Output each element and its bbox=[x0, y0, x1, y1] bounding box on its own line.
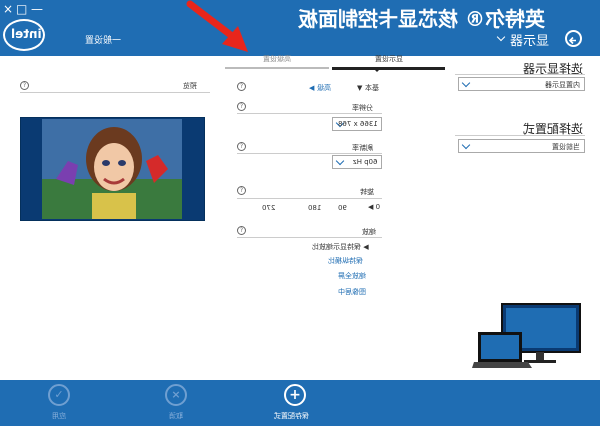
rotation-option-270[interactable]: 270 bbox=[262, 204, 275, 212]
divider bbox=[455, 74, 585, 75]
chevron-down-icon bbox=[461, 78, 471, 88]
scaling-label: 缩放 bbox=[362, 228, 376, 236]
scaling-maintain-option[interactable]: 保持显示缩放比 ◀ bbox=[312, 242, 369, 252]
divider bbox=[20, 92, 210, 93]
preview-label: 预览 bbox=[183, 82, 197, 90]
select-display-dropdown[interactable]: 内置显示器 bbox=[458, 77, 585, 91]
refresh-rate-label: 刷新率 bbox=[352, 144, 373, 152]
tab-underline-active bbox=[332, 67, 445, 70]
resolution-dropdown[interactable]: 1366 x 768 bbox=[332, 117, 382, 131]
rotation-option-180[interactable]: 180 bbox=[308, 204, 321, 212]
info-icon[interactable]: ? bbox=[237, 142, 246, 151]
intel-logo: intel bbox=[3, 19, 45, 51]
rotation-option-0[interactable]: ◀ 0 bbox=[368, 203, 380, 211]
divider bbox=[237, 198, 382, 199]
annotation-arrow bbox=[186, 0, 248, 52]
divider bbox=[455, 135, 585, 136]
back-arrow-icon[interactable] bbox=[565, 30, 582, 47]
info-icon[interactable]: ? bbox=[237, 102, 246, 111]
app-title: 英特尔® 核芯显卡控制面板 bbox=[298, 7, 545, 31]
rotation-option-90[interactable]: 90 bbox=[338, 204, 347, 212]
info-icon[interactable]: ? bbox=[237, 82, 246, 91]
divider bbox=[237, 153, 382, 154]
nav-display[interactable]: 显示器 bbox=[510, 30, 549, 49]
save-profile-button[interactable]: + bbox=[284, 384, 306, 406]
scaling-link-center[interactable]: 图像居中 bbox=[338, 287, 366, 297]
scaling-link-fullscreen[interactable]: 缩放全屏 bbox=[338, 271, 366, 281]
scaling-link-aspect[interactable]: 保持纵横比 bbox=[328, 256, 363, 266]
close-icon[interactable]: × bbox=[3, 3, 13, 15]
info-icon[interactable]: ? bbox=[237, 226, 246, 235]
info-icon[interactable]: ? bbox=[20, 81, 29, 90]
cancel-label: 取消 bbox=[169, 412, 183, 420]
resolution-label: 分辨率 bbox=[352, 104, 373, 112]
info-icon[interactable]: ? bbox=[237, 186, 246, 195]
rotation-label: 旋转 bbox=[360, 188, 374, 196]
divider bbox=[237, 237, 382, 238]
apply-label: 应用 bbox=[52, 412, 66, 420]
apply-button[interactable]: ✓ bbox=[48, 384, 70, 406]
minimize-icon[interactable]: — bbox=[31, 3, 43, 15]
maximize-icon[interactable]: □ bbox=[16, 3, 27, 15]
chevron-down-icon bbox=[335, 156, 345, 166]
divider bbox=[237, 113, 382, 114]
select-profile-dropdown[interactable]: 当前设置 bbox=[458, 139, 585, 153]
display-devices-illustration bbox=[472, 303, 581, 368]
refresh-rate-dropdown[interactable]: 60p Hz bbox=[332, 155, 382, 169]
tab-underline-inactive bbox=[225, 67, 329, 69]
save-profile-label: 保存配置式 bbox=[274, 412, 309, 420]
cancel-button[interactable]: × bbox=[165, 384, 187, 406]
nav-general-settings[interactable]: 一般设置 bbox=[85, 33, 121, 46]
advanced-toggle[interactable]: ◀ 高级 bbox=[309, 83, 331, 93]
preview-image bbox=[42, 119, 182, 219]
basic-toggle[interactable]: ▼ 基本 bbox=[357, 83, 379, 93]
chevron-down-icon bbox=[461, 140, 471, 150]
tab-caret-icon bbox=[373, 68, 381, 72]
